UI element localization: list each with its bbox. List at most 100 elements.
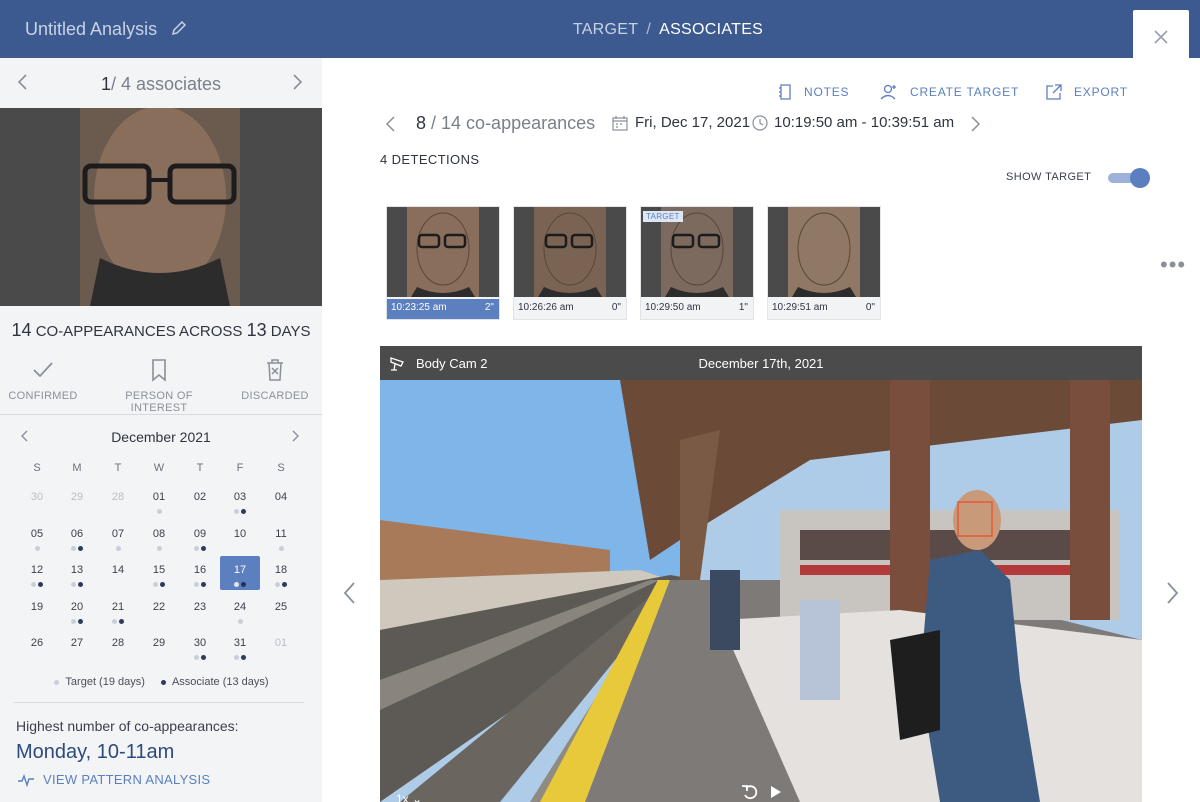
- calendar-day[interactable]: 13: [57, 556, 97, 590]
- activity-dots: [17, 582, 57, 590]
- play-icon[interactable]: [768, 782, 784, 802]
- export-label: EXPORT: [1074, 85, 1128, 99]
- confirmed-button[interactable]: CONFIRMED: [0, 354, 103, 402]
- target-dot: [71, 618, 76, 624]
- detection-thumbnail[interactable]: 10:23:25 am 2": [386, 206, 500, 320]
- calendar-day[interactable]: 19: [17, 593, 57, 627]
- playback-speed-value: 1x: [396, 792, 409, 802]
- coappearance-across-label: CO-APPEARANCES ACROSS: [35, 323, 243, 340]
- calendar-day[interactable]: 01: [139, 483, 179, 517]
- calendar-day[interactable]: 12: [17, 556, 57, 590]
- previous-coappearance-icon[interactable]: [384, 115, 398, 133]
- calendar-day[interactable]: 20: [57, 593, 97, 627]
- next-frame-icon[interactable]: [1162, 580, 1182, 606]
- calendar-day[interactable]: 06: [57, 520, 97, 554]
- calendar-day-number: 02: [193, 491, 207, 503]
- breadcrumb-target[interactable]: TARGET: [573, 21, 639, 38]
- calendar-day[interactable]: 29: [57, 483, 97, 517]
- weekday-label: M: [72, 462, 82, 474]
- next-coappearance-icon[interactable]: [968, 115, 982, 133]
- activity-dots: [98, 618, 138, 627]
- create-target-button[interactable]: CREATE TARGET: [880, 84, 1019, 102]
- calendar-day[interactable]: 28: [98, 483, 138, 517]
- notes-button[interactable]: NOTES: [778, 84, 849, 102]
- calendar-day[interactable]: 27: [57, 629, 97, 663]
- detection-face-image: [387, 207, 499, 297]
- calendar-day[interactable]: 01: [261, 629, 301, 663]
- coappearance-date: Fri, Dec 17, 2021: [635, 114, 751, 131]
- calendar-day-number: 07: [111, 527, 125, 540]
- view-pattern-analysis-link[interactable]: VIEW PATTERN ANALYSIS: [17, 772, 210, 788]
- calendar-day[interactable]: 14: [98, 556, 138, 590]
- associate-face-image: [0, 108, 322, 306]
- calendar-day[interactable]: 24: [220, 593, 260, 627]
- target-dot: [234, 509, 239, 514]
- calendar-day[interactable]: 02: [180, 483, 220, 517]
- video-frame: [380, 380, 1142, 802]
- close-button[interactable]: [1133, 10, 1189, 60]
- video-player[interactable]: Body Cam 2 December 17th, 2021 1x ⌄: [380, 346, 1142, 802]
- next-associate-icon[interactable]: [288, 72, 306, 92]
- calendar-day[interactable]: 09: [180, 520, 220, 554]
- calendar-day[interactable]: 08: [139, 520, 179, 554]
- calendar-day-number: 16: [193, 564, 207, 576]
- associate-current: 1: [100, 74, 111, 94]
- coappearance-count: 14: [11, 320, 32, 340]
- activity-dots: [57, 509, 97, 517]
- calendar-day-number: 14: [111, 564, 125, 576]
- calendar-day[interactable]: 26: [17, 629, 57, 663]
- detection-time: 10:26:26 am: [518, 302, 574, 313]
- calendar-day[interactable]: 05: [17, 520, 57, 554]
- detection-thumbnail[interactable]: 10:26:26 am 0": [513, 206, 627, 320]
- more-options-icon[interactable]: •••: [1160, 252, 1186, 278]
- trash-icon: [267, 359, 283, 381]
- activity-dots: [220, 582, 260, 590]
- calendar-day-number: 29: [152, 637, 166, 649]
- calendar-day[interactable]: 03: [220, 483, 260, 517]
- calendar-day[interactable]: 21: [98, 593, 138, 627]
- target-dot: [153, 582, 158, 587]
- show-target-toggle[interactable]: [1108, 168, 1152, 188]
- calendar-day[interactable]: 29: [139, 629, 179, 663]
- clock-icon: [752, 115, 768, 131]
- calendar-day-number: 01: [152, 491, 166, 503]
- activity-dots: [261, 509, 301, 517]
- target-dot: [278, 545, 284, 551]
- calendar-day[interactable]: 23: [180, 593, 220, 627]
- associate-dot: [119, 618, 124, 624]
- calendar-day[interactable]: 25: [261, 593, 301, 627]
- calendar-day[interactable]: 22: [139, 593, 179, 627]
- calendar-day[interactable]: 28: [98, 629, 138, 663]
- person-of-interest-button[interactable]: PERSON OF INTEREST: [99, 354, 219, 414]
- detection-time: 10:23:25 am: [391, 302, 447, 313]
- calendar-day[interactable]: 04: [261, 483, 301, 517]
- calendar-day-selected[interactable]: 17: [220, 556, 260, 590]
- calendar-day[interactable]: 30: [180, 629, 220, 663]
- calendar-day[interactable]: 18: [261, 556, 301, 590]
- breadcrumb-associates: ASSOCIATES: [659, 21, 764, 38]
- next-month-icon[interactable]: [288, 428, 302, 444]
- associate-dot: [241, 582, 246, 587]
- previous-frame-icon[interactable]: [340, 580, 360, 606]
- calendar-day[interactable]: 16: [180, 556, 220, 590]
- replay-icon[interactable]: [740, 782, 760, 802]
- days-count: 13: [246, 320, 267, 340]
- detection-thumbnail[interactable]: TARGET 10:29:50 am 1": [640, 206, 754, 320]
- playback-speed-select[interactable]: 1x ⌄: [396, 792, 422, 802]
- calendar-day[interactable]: 31: [220, 629, 260, 663]
- calendar-day-number: 17: [233, 564, 247, 576]
- discarded-label: DISCARDED: [241, 390, 309, 402]
- calendar-day[interactable]: 11: [261, 520, 301, 554]
- activity-dots: [180, 655, 220, 663]
- calendar-day-number: 05: [30, 527, 44, 540]
- discarded-button[interactable]: DISCARDED: [215, 354, 335, 402]
- calendar-day[interactable]: 10: [220, 520, 260, 554]
- activity-dots: [180, 619, 220, 627]
- calendar-day[interactable]: 07: [98, 520, 138, 554]
- video-header: Body Cam 2 December 17th, 2021: [380, 346, 1142, 380]
- target-dot: [31, 582, 36, 587]
- calendar-day[interactable]: 15: [139, 556, 179, 590]
- detection-thumbnail[interactable]: 10:29:51 am 0": [767, 206, 881, 320]
- calendar-day[interactable]: 30: [17, 483, 57, 517]
- export-button[interactable]: EXPORT: [1046, 84, 1128, 102]
